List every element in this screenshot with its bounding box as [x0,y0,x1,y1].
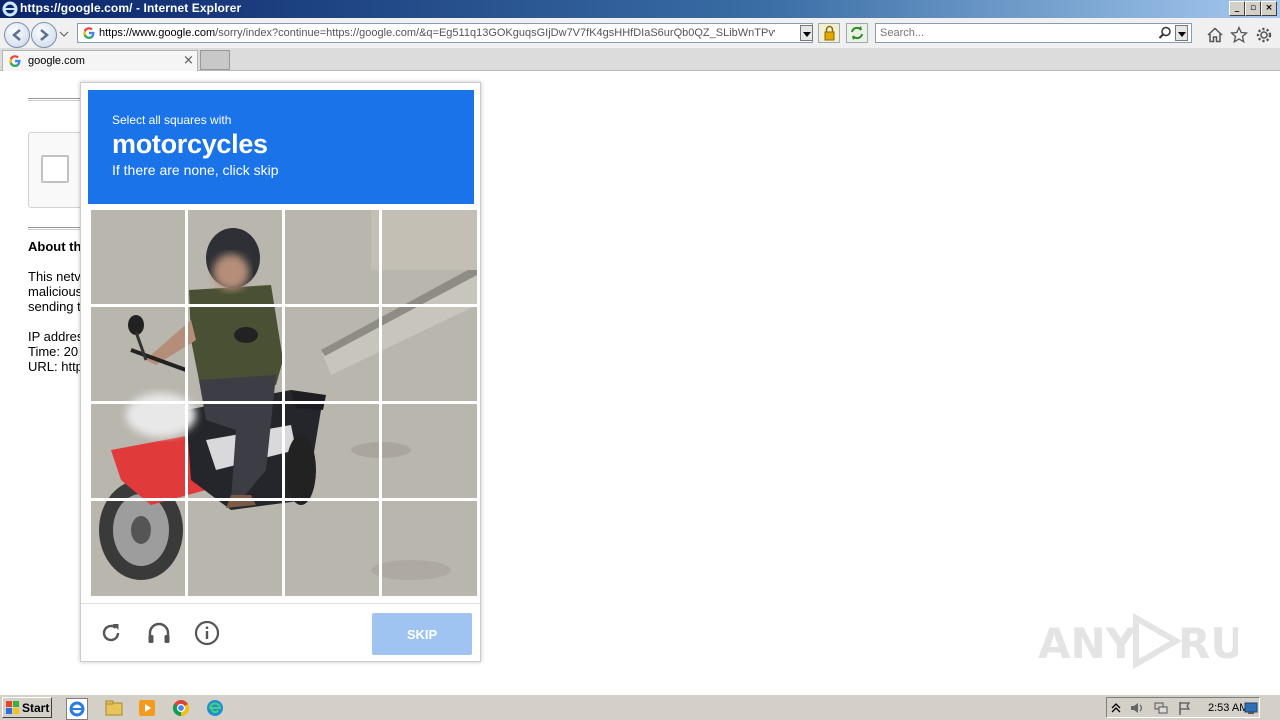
grid-tile[interactable] [91,501,185,595]
grid-tile[interactable] [91,210,185,304]
show-hidden-icons-icon[interactable] [1111,701,1121,713]
about-heading: About th [28,239,82,254]
recaptcha-challenge-dialog: Select all squares with motorcycles If t… [80,82,481,662]
window-title: https://google.com/ - Internet Explorer [20,1,242,15]
address-bar[interactable]: https://www.google.com/sorry/index?conti… [77,23,813,43]
internet-explorer-icon[interactable] [66,698,88,720]
recaptcha-checkbox[interactable] [41,155,69,183]
google-favicon-icon [83,27,95,39]
system-tray: 2:53 AM [1106,697,1260,718]
instruction-text: Select all squares with [112,113,232,127]
edge-icon[interactable] [205,698,225,718]
chrome-icon[interactable] [171,698,191,718]
favorites-star-icon[interactable] [1230,26,1248,44]
history-dropdown-icon[interactable] [59,30,69,38]
svg-text:ANY: ANY [1038,619,1137,668]
refresh-icon [851,26,863,40]
file-explorer-icon[interactable] [104,698,124,718]
refresh-button[interactable] [846,23,868,43]
grid-tile[interactable] [285,307,379,401]
search-box[interactable] [875,23,1192,43]
challenge-footer: SKIP [81,603,480,662]
page-text-line: This netv [28,269,81,284]
divider [28,227,88,230]
google-favicon-icon [9,55,21,67]
reload-icon[interactable] [97,619,125,647]
recaptcha-checkbox-container [28,132,88,208]
grid-tile[interactable] [382,210,476,304]
grid-tile[interactable] [188,307,282,401]
grid-tile[interactable] [285,404,379,498]
network-icon[interactable] [1153,700,1169,716]
url-host: https://www.google.com [99,27,216,39]
close-tab-icon[interactable]: × [183,53,194,68]
page-text-line: malicious [28,284,83,299]
url-path: /sorry/index?continue=https://google.com… [215,27,775,39]
challenge-header: Select all squares with motorcycles If t… [88,90,474,204]
forward-button[interactable] [31,22,57,48]
search-input[interactable] [880,26,1150,40]
back-arrow-icon [12,29,21,41]
grid-tile[interactable] [188,501,282,595]
audio-headphones-icon[interactable] [145,619,173,647]
search-dropdown-button[interactable] [1175,25,1188,41]
grid-tile[interactable] [91,307,185,401]
grid-tile[interactable] [188,210,282,304]
divider [28,98,88,101]
start-label: Start [22,701,50,715]
windows-logo-icon [6,701,19,714]
close-window-button[interactable]: × [1261,1,1277,16]
start-button[interactable]: Start [2,697,52,718]
action-center-flag-icon[interactable] [1177,700,1193,716]
grid-tile[interactable] [285,501,379,595]
gear-icon[interactable] [1255,26,1273,44]
skip-button[interactable]: SKIP [372,613,472,655]
tab-label: google.com [28,55,85,67]
image-grid [91,210,477,596]
security-lock-button[interactable] [818,23,840,43]
internet-explorer-icon [2,1,18,17]
url-line: URL: http [28,359,83,374]
ip-address-line: IP addres [28,329,84,344]
grid-tile[interactable] [382,501,476,595]
search-icon[interactable] [1158,26,1172,40]
volume-icon[interactable] [1129,700,1145,716]
address-dropdown-button[interactable] [800,25,813,41]
grid-tile[interactable] [91,404,185,498]
show-desktop-icon[interactable] [1244,701,1258,715]
svg-text:RUN: RUN [1178,619,1238,668]
window-title-bar: https://google.com/ - Internet Explorer … [0,0,1280,18]
address-url[interactable]: https://www.google.com/sorry/index?conti… [99,27,775,39]
time-line: Time: 20 [28,344,79,359]
home-icon[interactable] [1206,26,1224,44]
info-icon[interactable] [193,619,221,647]
target-object: motorcycles [112,129,268,159]
maximize-button[interactable]: ▫ [1245,1,1261,16]
minimize-button[interactable]: _ [1229,1,1245,16]
new-tab-button[interactable] [200,50,230,70]
grid-tile[interactable] [382,307,476,401]
anyrun-watermark-logo: ANY RUN [1038,612,1238,670]
clock[interactable]: 2:53 AM [1208,702,1248,714]
page-text-line: sending t [28,299,81,314]
grid-tile[interactable] [188,404,282,498]
grid-tile[interactable] [382,404,476,498]
grid-tile[interactable] [285,210,379,304]
forward-arrow-icon [40,29,49,41]
tab-google[interactable]: google.com × [2,50,198,71]
media-player-icon[interactable] [137,698,157,718]
back-button[interactable] [4,22,30,48]
skip-hint: If there are none, click skip [112,162,279,178]
lock-icon [824,25,835,41]
taskbar: Start 2:53 AM [0,694,1280,720]
